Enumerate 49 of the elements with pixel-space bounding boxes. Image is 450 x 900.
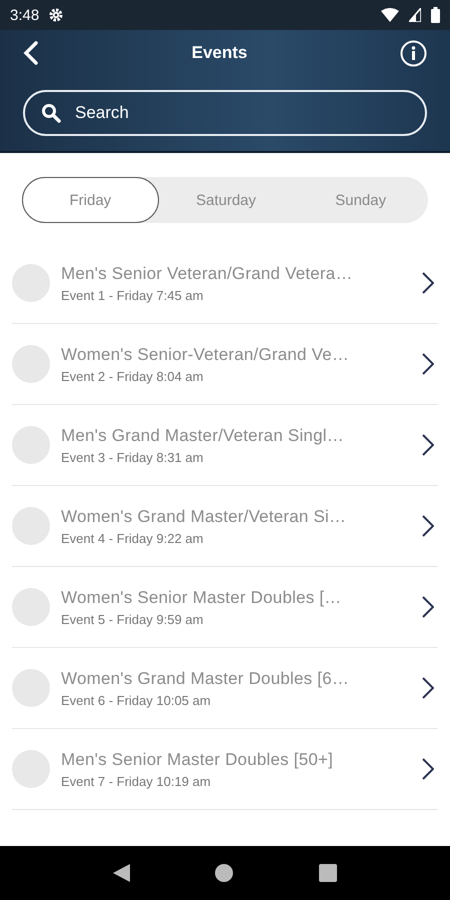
chevron-icon (422, 758, 434, 780)
back-nav-button[interactable] (112, 864, 130, 882)
recents-nav-button[interactable] (319, 864, 338, 882)
event-time: Event 6 - Friday 10:05 am (61, 692, 211, 708)
day-tab[interactable]: Sunday (293, 177, 428, 223)
event-row[interactable]: Women's Grand Master/Veteran Si… Event 4 - Friday 9:22 am (12, 486, 438, 567)
chevron-icon (422, 434, 434, 456)
event-title: Women's Senior Master Doubles [… (61, 588, 342, 608)
event-time: Event 3 - Friday 8:31 am (61, 450, 204, 464)
info-icon (400, 40, 427, 66)
signal-icon (409, 8, 421, 22)
back-icon (23, 41, 39, 65)
event-row[interactable]: Women's Senior Master Doubles [… Event 5 - Friday 9:59 am (12, 567, 438, 648)
info-button[interactable] (400, 40, 427, 66)
event-time: Event 1 - Friday 7:45 am (61, 288, 204, 302)
event-time: Event 7 - Friday 10:19 am (61, 774, 211, 788)
event-title: Women's Grand Master/Veteran Si… (61, 506, 346, 526)
wifi-icon (381, 8, 399, 22)
square-icon (319, 864, 338, 882)
chevron-icon (422, 596, 434, 618)
event-title: Men's Senior Master Doubles [50+] (61, 750, 334, 770)
event-row[interactable]: Women's Senior-Veteran/Grand Ve… Event 2 - Friday 8:04 am (12, 324, 438, 405)
event-time: Event 5 - Friday 9:59 am (61, 612, 204, 626)
home-nav-button[interactable] (215, 864, 234, 882)
triangle-icon (112, 864, 130, 882)
search-field[interactable]: Search (23, 90, 427, 136)
chevron-icon (422, 353, 434, 375)
chevron-icon (422, 272, 434, 294)
event-time: Event 4 - Friday 9:22 am (61, 530, 204, 546)
chevron-icon (422, 677, 434, 699)
search-icon (41, 103, 61, 123)
event-time: Event 2 - Friday 8:04 am (61, 368, 204, 384)
event-title: Women's Senior-Veteran/Grand Ve… (61, 344, 350, 364)
event-row[interactable]: Women's Grand Master Doubles [6… Event 6 - Friday 10:05 am (12, 648, 438, 729)
event-row[interactable]: Men's Senior Master Doubles [50+] Event 7 - Friday 10:19 am (12, 729, 438, 810)
circle-icon (215, 864, 234, 882)
event-row[interactable]: Men's Senior Veteran/Grand Vetera… Event 1 - Friday 7:45 am (12, 243, 438, 324)
day-tab[interactable]: Friday (22, 177, 159, 223)
event-row[interactable]: Men's Grand Master/Veteran Singl… Event 3 - Friday 8:31 am (12, 405, 438, 486)
clock-time: 3:48 (10, 6, 40, 24)
back-button[interactable] (23, 41, 39, 65)
event-title: Men's Grand Master/Veteran Singl… (61, 426, 344, 446)
settings-icon (49, 8, 64, 22)
battery-icon (431, 7, 440, 23)
event-title: Men's Senior Veteran/Grand Vetera… (61, 264, 353, 284)
day-tab[interactable]: Saturday (158, 177, 294, 223)
chevron-icon (422, 515, 434, 537)
event-title: Women's Grand Master Doubles [6… (61, 668, 350, 688)
screen-title: Events (192, 43, 248, 63)
